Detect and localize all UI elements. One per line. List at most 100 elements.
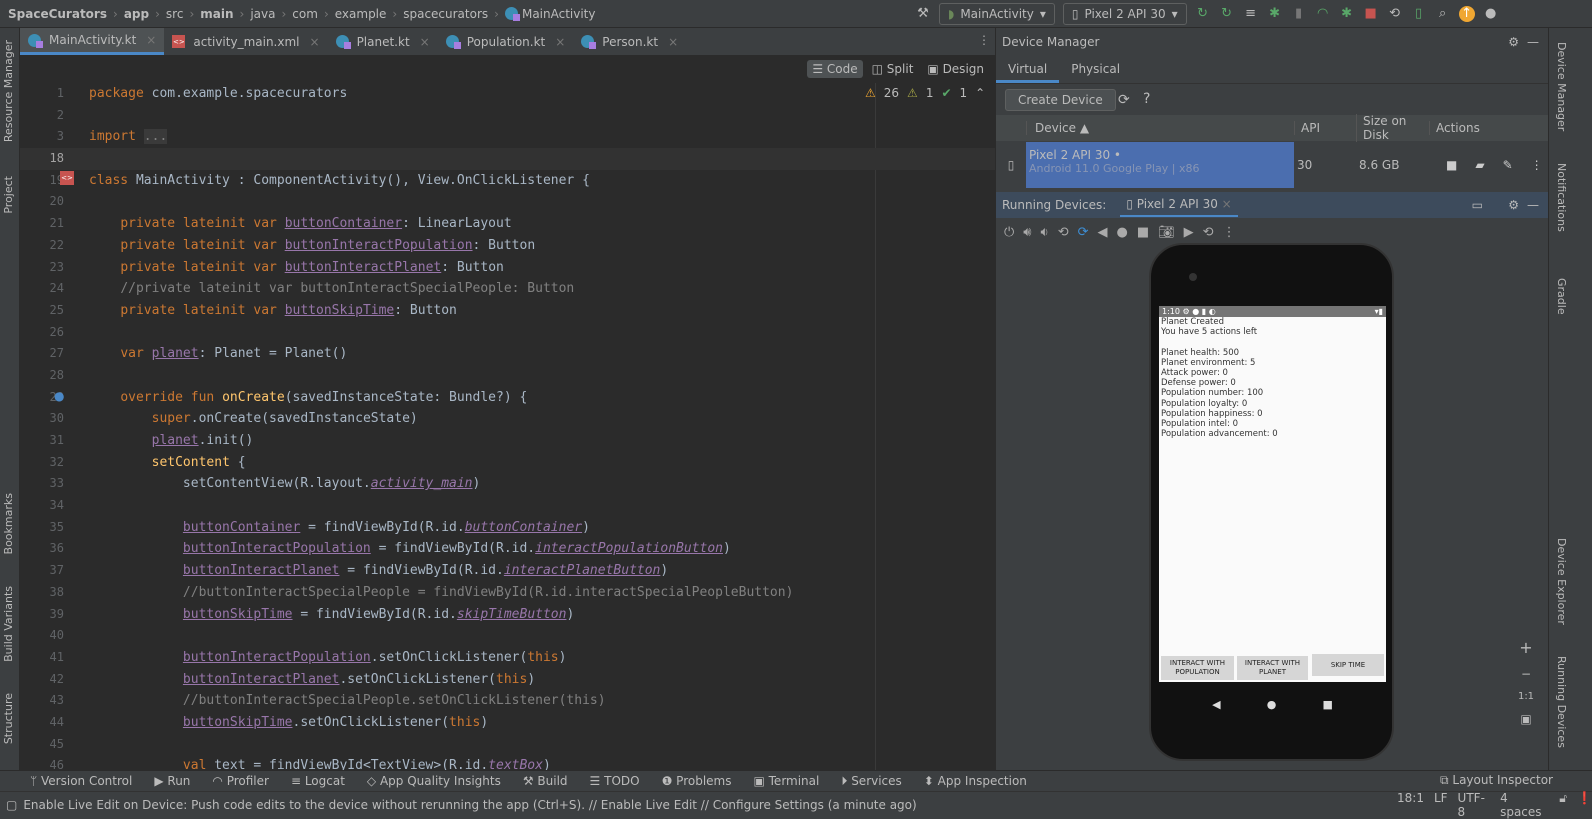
split-mode-button[interactable]: ◫ Split — [867, 60, 919, 78]
indent-setting[interactable]: 4 spaces — [1500, 791, 1549, 819]
apply-code-changes-icon[interactable]: ≡ — [1243, 6, 1259, 22]
help-icon[interactable]: ? — [1143, 91, 1150, 107]
breadcrumb-item[interactable]: app — [124, 7, 149, 21]
breadcrumb-item[interactable]: com — [292, 7, 318, 21]
debug-icon[interactable]: ✱ — [1267, 6, 1283, 22]
zoom-actual-button[interactable]: 1:1 — [1518, 691, 1534, 702]
editor-tab[interactable]: MainActivity.kt × — [20, 28, 165, 55]
editor-tab[interactable]: <> activity_main.xml × — [164, 28, 327, 55]
record-icon[interactable]: ▶ — [1184, 225, 1194, 240]
close-icon[interactable]: × — [555, 35, 565, 49]
power-icon[interactable]: ⏻ — [1004, 225, 1014, 240]
column-api[interactable]: API — [1294, 121, 1356, 135]
sync-gradle-icon[interactable]: ⟲ — [1387, 6, 1403, 22]
running-devices-stripe-tab[interactable]: Running Devices — [1555, 656, 1568, 748]
breadcrumb-item[interactable]: SpaceCurators — [8, 7, 107, 21]
apply-changes-icon[interactable]: ↻ — [1219, 6, 1235, 22]
editor-tab[interactable]: Population.kt × — [438, 28, 574, 55]
edit-icon[interactable]: ✎ — [1503, 158, 1513, 172]
layout-inspector-button[interactable]: ⧉ Layout Inspector — [1440, 773, 1553, 788]
bookmarks-tab[interactable]: Bookmarks — [2, 493, 15, 554]
lock-icon[interactable]: 🔓︎ — [1559, 791, 1567, 819]
tool-run[interactable]: ▶ Run — [154, 774, 190, 788]
tool-app-quality-insights[interactable]: ◇ App Quality Insights — [367, 774, 501, 788]
snapshot-icon[interactable]: ⟲ — [1203, 225, 1214, 240]
tool-problems[interactable]: ❶ Problems — [662, 774, 732, 788]
account-icon[interactable]: ● — [1483, 6, 1499, 22]
skip-time-button[interactable]: SKIP TIME — [1312, 654, 1384, 676]
device-manager-stripe-tab[interactable]: Device Manager — [1555, 42, 1568, 131]
editor-tab[interactable]: Person.kt × — [573, 28, 686, 55]
breadcrumb-item[interactable]: src — [166, 7, 184, 21]
xml-layout-gutter-icon[interactable]: <> — [60, 171, 74, 185]
stop-icon[interactable]: ■ — [1363, 6, 1379, 22]
tab-virtual[interactable]: Virtual — [996, 56, 1060, 83]
more-icon[interactable]: ⋮ — [1223, 225, 1236, 240]
breadcrumb-item[interactable]: spacecurators — [403, 7, 488, 21]
screenshot-icon[interactable]: 📷︎ — [1158, 225, 1175, 240]
zoom-in-button[interactable]: + — [1519, 638, 1532, 657]
event-log-icon[interactable]: ❗ — [1577, 791, 1592, 819]
nav-back-icon[interactable]: ◀ — [1212, 698, 1220, 711]
refresh-icon[interactable]: ⟳ — [1118, 92, 1130, 108]
close-icon[interactable]: × — [668, 35, 678, 49]
back-icon[interactable]: ◀ — [1098, 225, 1108, 240]
tool-build[interactable]: ⚒ Build — [523, 774, 568, 788]
minimize-icon[interactable]: — — [1527, 35, 1539, 49]
profile-icon[interactable]: ◠ — [1315, 6, 1331, 22]
breadcrumb-item[interactable]: main — [200, 7, 233, 21]
settings-icon[interactable]: ⚙ — [1508, 198, 1519, 212]
gradle-stripe-tab[interactable]: Gradle — [1555, 278, 1568, 315]
status-message[interactable]: Enable Live Edit on Device: Push code ed… — [23, 798, 916, 812]
build-hammer-icon[interactable]: ⚒ — [915, 6, 931, 22]
overview-icon[interactable]: ■ — [1137, 225, 1149, 240]
volume-up-icon[interactable]: 🔊︎ — [1023, 225, 1031, 240]
nav-home-icon[interactable]: ● — [1267, 698, 1277, 711]
open-folder-icon[interactable]: ▰ — [1475, 158, 1484, 172]
caret-position[interactable]: 18:1 — [1397, 791, 1424, 819]
table-row[interactable]: ▯ Pixel 2 API 30 • Android 11.0 Google P… — [996, 141, 1549, 189]
build-variants-tab[interactable]: Build Variants — [2, 586, 15, 662]
more-icon[interactable]: ⋮ — [1531, 158, 1543, 172]
device-explorer-stripe-tab[interactable]: Device Explorer — [1555, 538, 1568, 625]
breadcrumb-item[interactable]: MainActivity — [522, 7, 596, 21]
breadcrumb-item[interactable]: example — [335, 7, 387, 21]
tool-app-inspection[interactable]: ⬍ App Inspection — [924, 774, 1027, 788]
minimize-icon[interactable]: — — [1527, 198, 1539, 212]
notifications-stripe-tab[interactable]: Notifications — [1555, 163, 1568, 232]
tool-profiler[interactable]: ◠ Profiler — [212, 774, 269, 788]
override-gutter-icon[interactable]: ● — [54, 389, 64, 403]
project-tab[interactable]: Project — [2, 176, 15, 214]
running-device-tab[interactable]: ▯ Pixel 2 API 30 × — [1120, 193, 1238, 217]
settings-icon[interactable]: ⚙ — [1508, 35, 1519, 49]
attach-debugger-icon[interactable]: ▮ — [1291, 6, 1307, 22]
nav-recents-icon[interactable]: ■ — [1323, 698, 1333, 711]
file-encoding[interactable]: UTF-8 — [1458, 791, 1491, 819]
tool-todo[interactable]: ☰ TODO — [590, 774, 640, 788]
device-cell[interactable]: Pixel 2 API 30 • Android 11.0 Google Pla… — [1026, 142, 1294, 188]
tool-version-control[interactable]: ᛘ Version Control — [30, 774, 132, 788]
tool-logcat[interactable]: ≡ Logcat — [291, 774, 345, 788]
tool-services[interactable]: ⏵ Services — [841, 774, 901, 789]
home-icon[interactable]: ● — [1117, 225, 1128, 240]
line-separator[interactable]: LF — [1434, 791, 1448, 819]
code-mode-button[interactable]: ☰ Code — [807, 60, 863, 78]
column-size[interactable]: Size on Disk — [1356, 114, 1429, 142]
zoom-fit-icon[interactable]: ▣ — [1520, 712, 1531, 726]
resource-manager-tab[interactable]: Resource Manager — [2, 40, 15, 142]
maximize-icon[interactable]: ▭ — [1472, 198, 1483, 212]
structure-tab[interactable]: Structure — [2, 693, 15, 744]
more-tabs-icon[interactable]: ⋮ — [978, 33, 990, 47]
create-device-button[interactable]: Create Device — [1005, 89, 1116, 111]
tool-terminal[interactable]: ▣ Terminal — [753, 774, 819, 788]
inspection-widget[interactable]: ⚠26 ⚠1 ✔1 ⌃⌄ — [865, 86, 995, 100]
update-icon[interactable]: ↑ — [1458, 6, 1475, 22]
editor-tab[interactable]: Planet.kt × — [328, 28, 438, 55]
tab-physical[interactable]: Physical — [1059, 56, 1132, 83]
zoom-out-button[interactable]: − — [1521, 667, 1531, 681]
run-config-select[interactable]: ◗ MainActivity ▾ — [939, 3, 1055, 25]
breadcrumb-item[interactable]: java — [250, 7, 275, 21]
stop-device-icon[interactable]: ■ — [1446, 158, 1457, 172]
attach-process-icon[interactable]: ✱ — [1339, 6, 1355, 22]
interact-planet-button[interactable]: INTERACT WITH PLANET — [1237, 656, 1308, 680]
